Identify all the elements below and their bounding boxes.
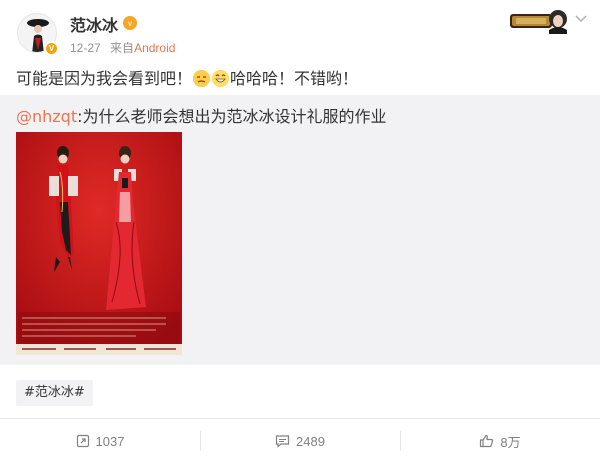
- topic-tag[interactable]: #范冰冰#: [16, 380, 93, 406]
- post-text-part1: 可能是因为我会看到吧！: [16, 69, 193, 88]
- like-button[interactable]: 8万: [400, 419, 600, 462]
- chevron-down-icon[interactable]: [574, 14, 588, 24]
- vip-badge: v: [123, 16, 137, 30]
- repost-icon: [76, 434, 89, 448]
- topic-row: #范冰冰#: [0, 370, 600, 418]
- source-link[interactable]: Android: [134, 41, 175, 55]
- repost-block[interactable]: @nhzqt:为什么老师会想出为范冰冰设计礼服的作业: [0, 95, 600, 365]
- post-text: 可能是因为我会看到吧！ 哈哈哈！不错哟！: [16, 65, 358, 89]
- comment-count: 2489: [296, 433, 325, 449]
- comment-button[interactable]: 2489: [200, 419, 400, 462]
- post-header: V 范冰冰 v 12-27 来自Android: [0, 0, 600, 62]
- repost-count: 1037: [95, 433, 125, 449]
- comment-icon: [275, 435, 290, 448]
- post-meta: 12-27 来自Android: [70, 39, 175, 56]
- verified-badge: V: [44, 41, 59, 56]
- repost-mention-link[interactable]: @nhzqt: [16, 107, 77, 126]
- smirk-emoji-icon: [193, 70, 211, 87]
- repost-body: :为什么老师会想出为范冰冰设计礼服的作业: [77, 107, 387, 126]
- thumbs-up-icon: [480, 434, 494, 448]
- action-bar: 1037 2489 8万: [0, 418, 600, 462]
- post-text-part2: 哈哈哈！不错哟！: [230, 69, 359, 88]
- post-date: 12-27: [70, 41, 101, 55]
- like-count: 8万: [500, 434, 521, 450]
- source-prefix: 来自: [110, 41, 135, 55]
- repost-text: @nhzqt:为什么老师会想出为范冰冰设计礼服的作业: [16, 103, 387, 127]
- decorative-banner-icon: [510, 10, 567, 34]
- username[interactable]: 范冰冰: [70, 12, 118, 36]
- repost-button[interactable]: 1037: [0, 419, 200, 462]
- fashion-design-poster-image[interactable]: [16, 132, 182, 355]
- laugh-emoji-icon: [212, 70, 230, 87]
